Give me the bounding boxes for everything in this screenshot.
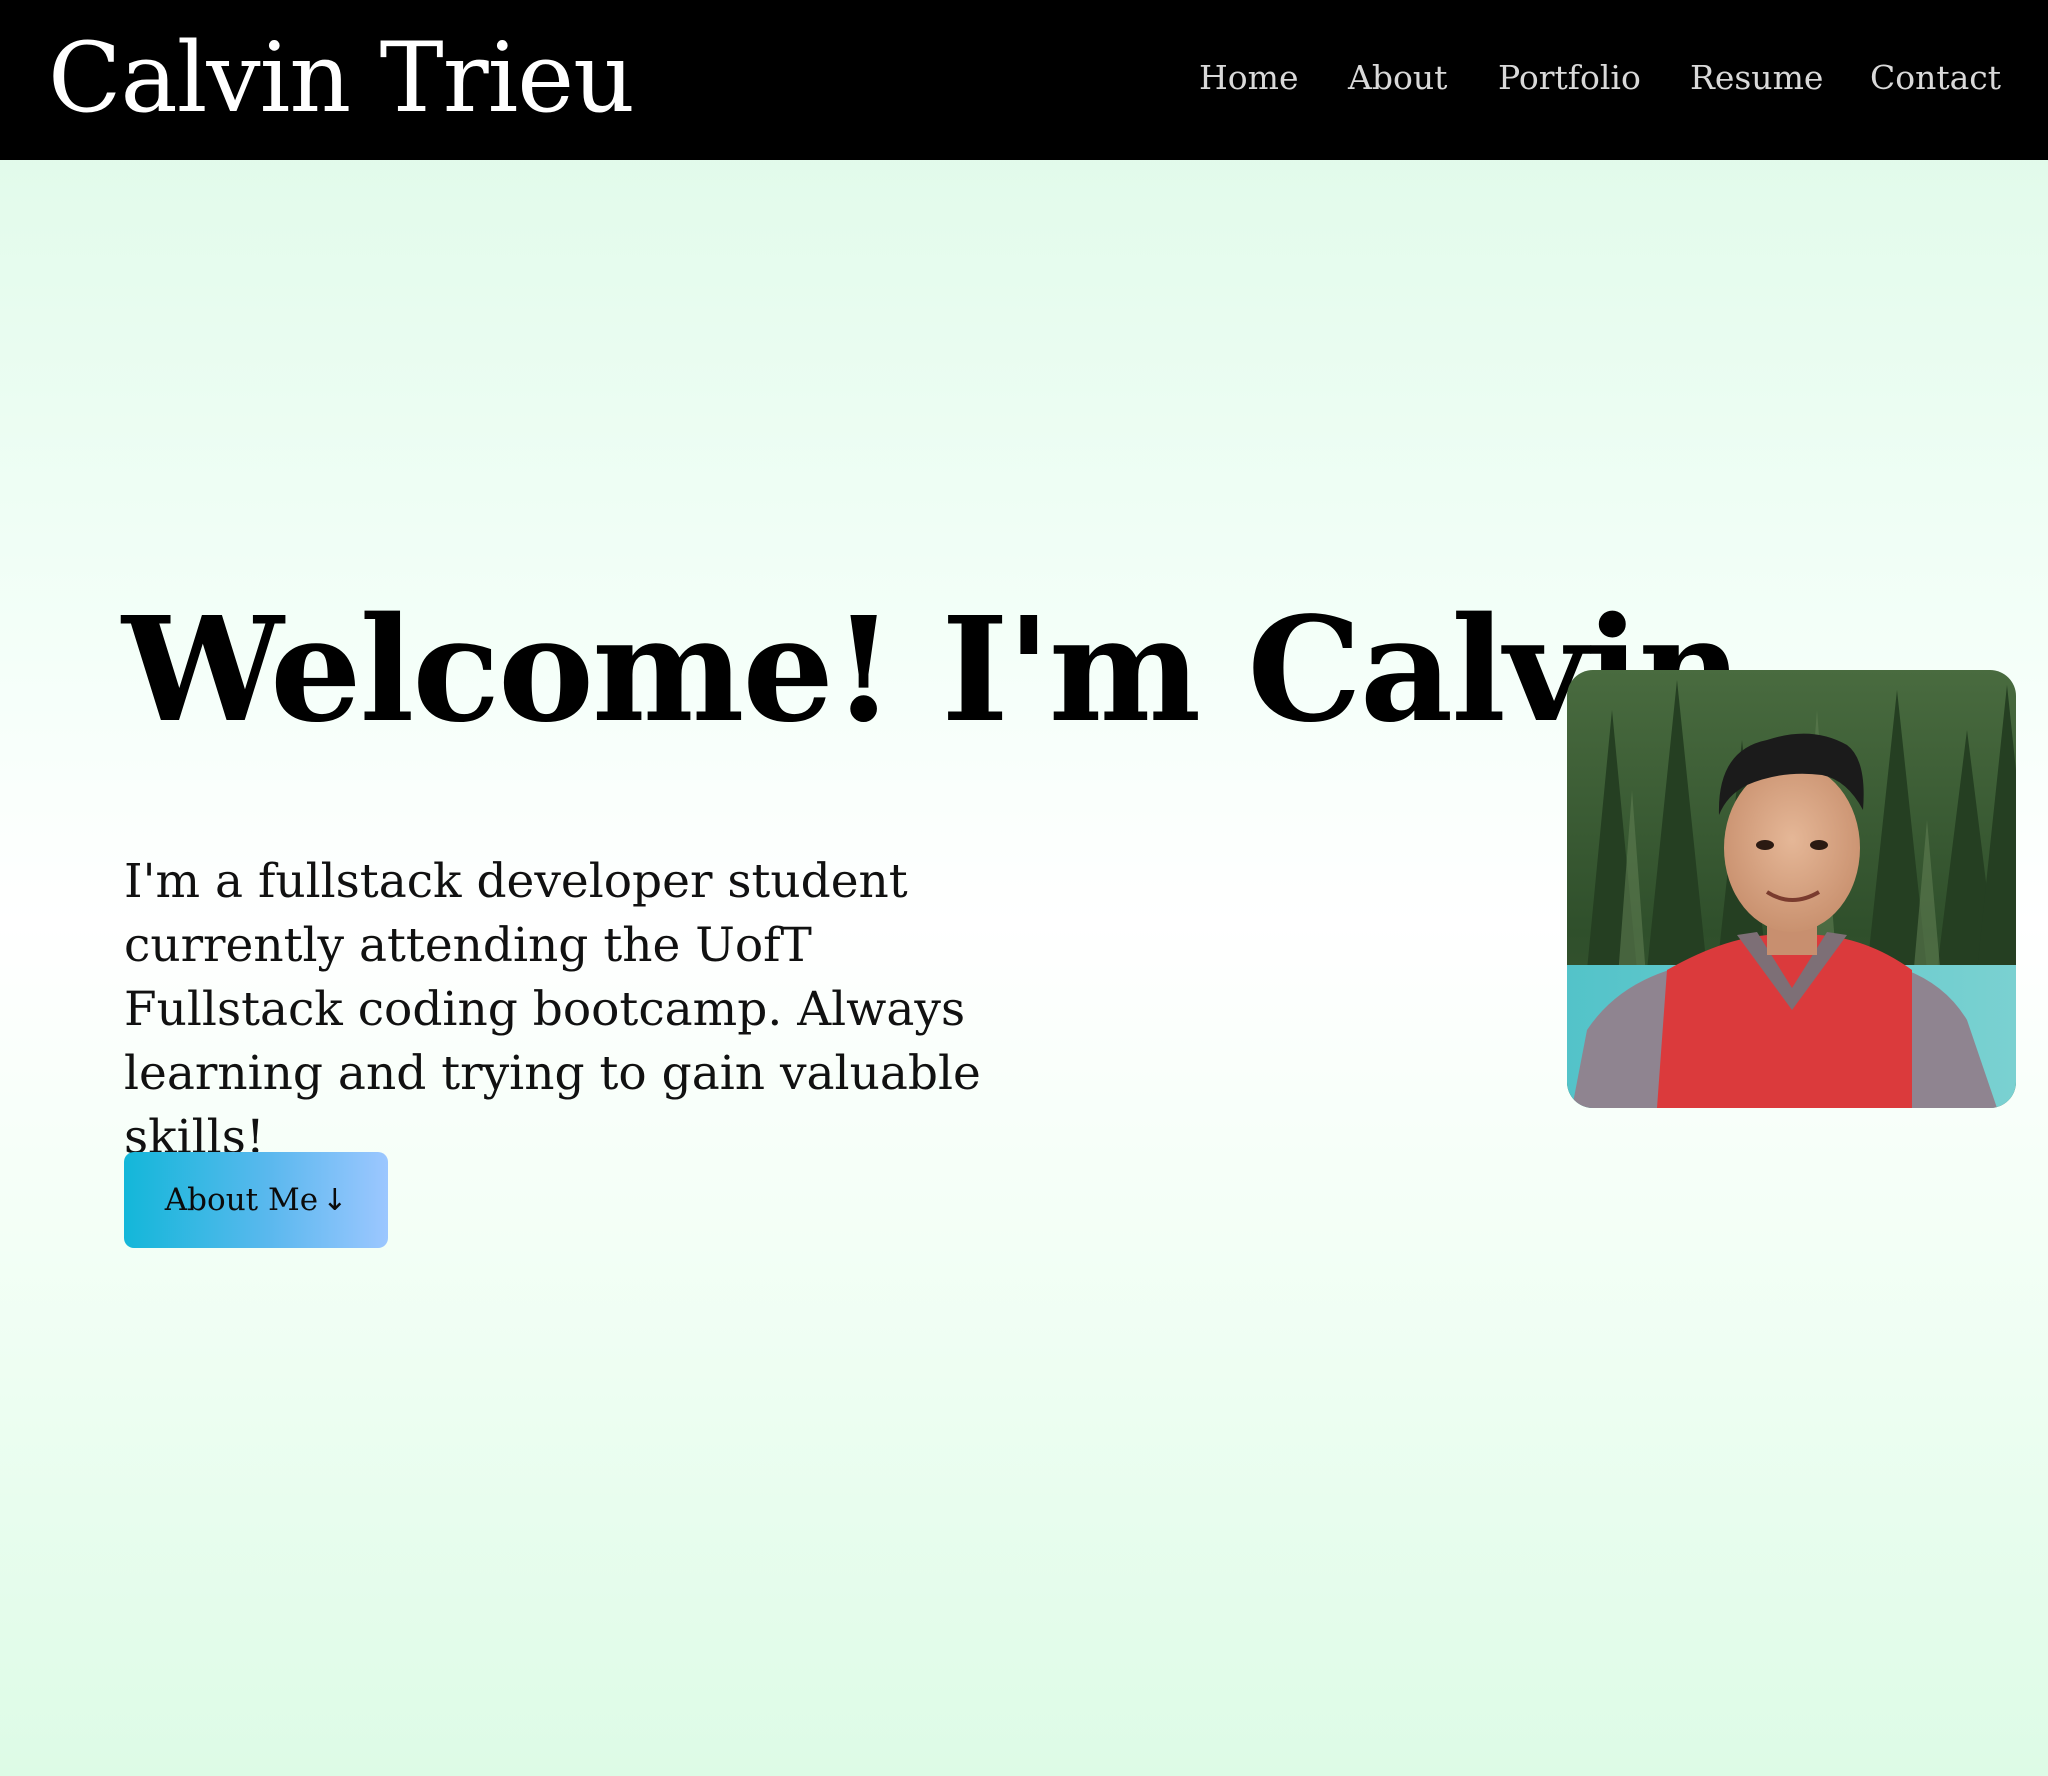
nav-link-about[interactable]: About bbox=[1348, 56, 1447, 100]
brand-title[interactable]: Calvin Trieu bbox=[48, 22, 635, 134]
arrow-down-icon: ↓ bbox=[322, 1182, 348, 1218]
nav-link-contact[interactable]: Contact bbox=[1870, 56, 2001, 100]
nav-link-portfolio[interactable]: Portfolio bbox=[1498, 56, 1641, 100]
nav-link-resume[interactable]: Resume bbox=[1690, 56, 1823, 100]
profile-photo bbox=[1567, 670, 2016, 1108]
nav-link-home[interactable]: Home bbox=[1199, 56, 1298, 100]
about-me-button[interactable]: About Me ↓ bbox=[124, 1152, 388, 1248]
hero-description: I'm a fullstack developer student curren… bbox=[124, 854, 981, 1165]
profile-photo-illustration bbox=[1567, 670, 2016, 1108]
hero-title: Welcome! I'm Calvin bbox=[122, 585, 1743, 754]
about-me-button-label: About Me bbox=[164, 1182, 319, 1218]
navbar: Calvin Trieu Home About Portfolio Resume… bbox=[0, 0, 2048, 160]
